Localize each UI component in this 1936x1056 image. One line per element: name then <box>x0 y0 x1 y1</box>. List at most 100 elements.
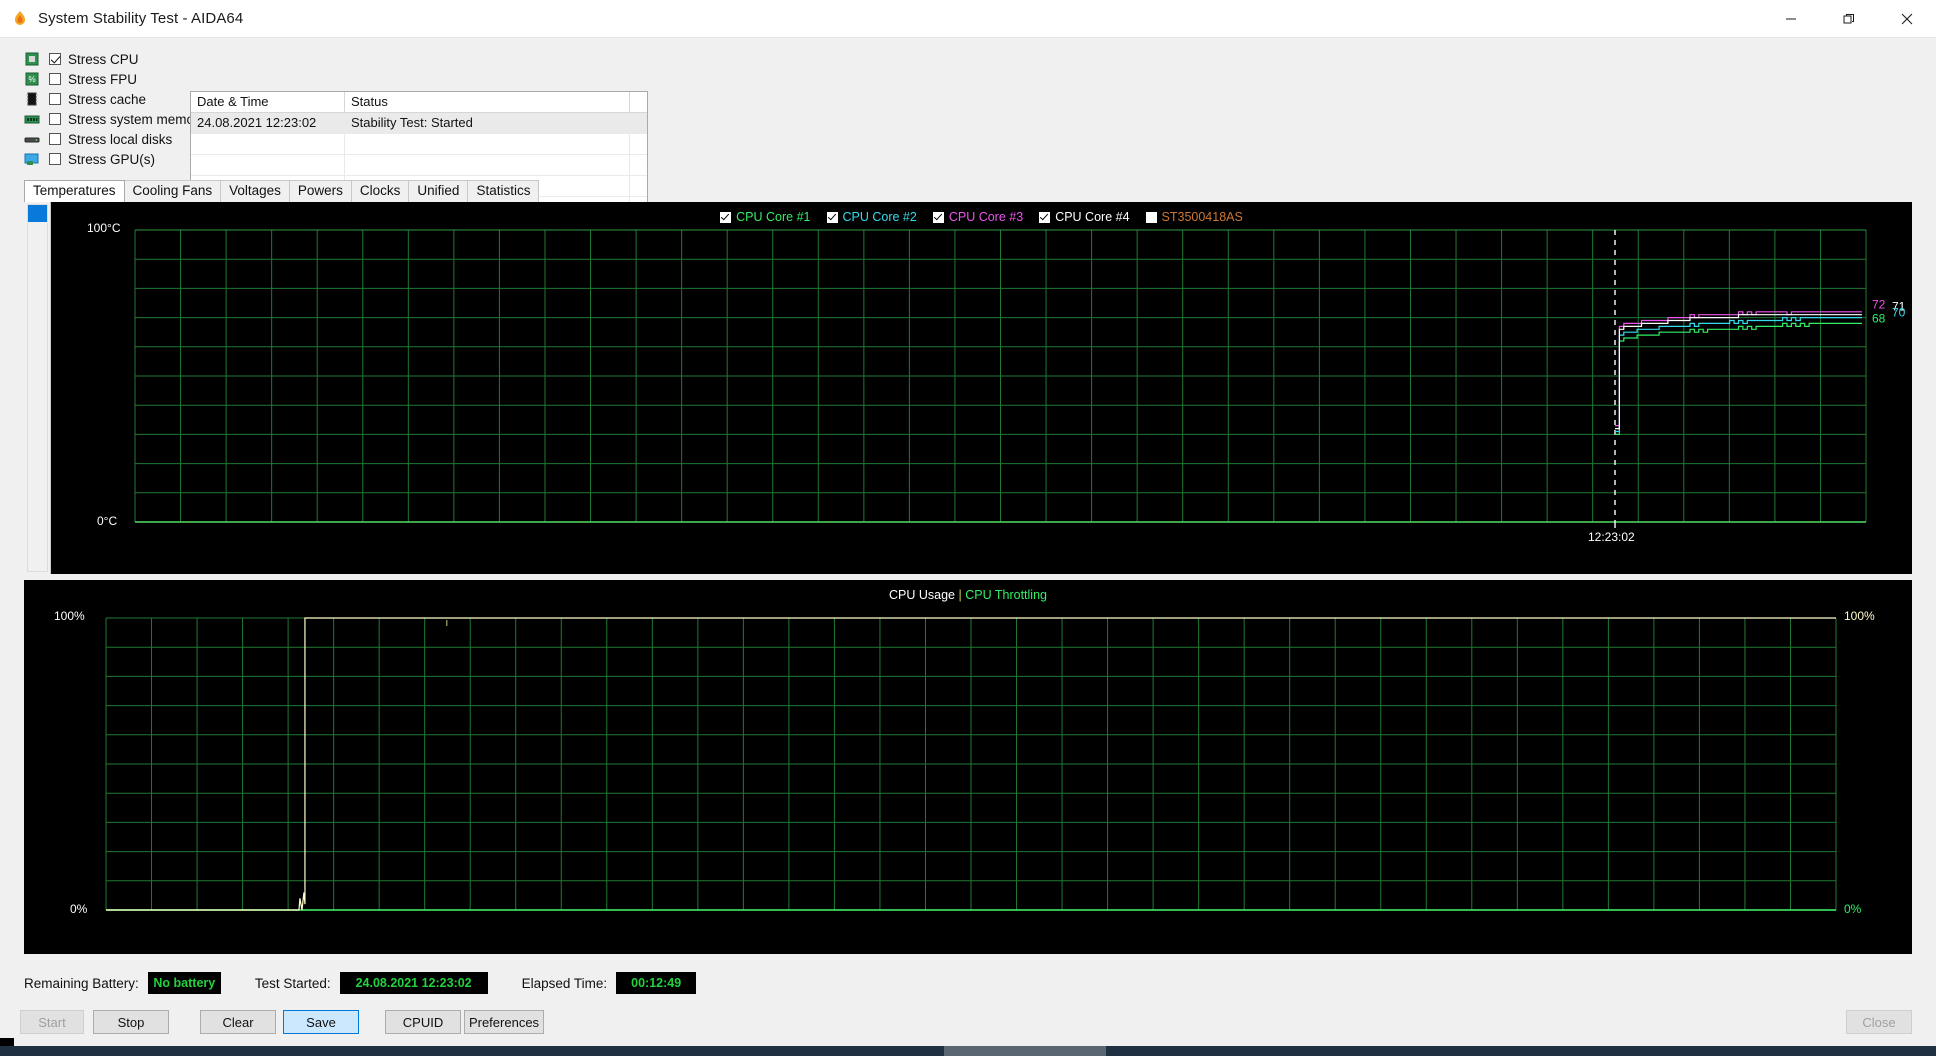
legend-label-1: CPU Core #1 <box>736 210 811 224</box>
legend-item-3[interactable]: CPU Core #3 <box>932 210 1024 224</box>
start-button[interactable]: Start <box>20 1010 84 1034</box>
stress-cpu-label: Stress CPU <box>68 51 139 67</box>
tab-temperatures[interactable]: Temperatures <box>24 180 125 202</box>
remaining-battery-label: Remaining Battery: <box>24 975 139 991</box>
legend-checkbox-1[interactable] <box>720 211 732 223</box>
scrollbar-thumb[interactable] <box>28 205 47 222</box>
log-cell-datetime <box>191 155 345 176</box>
log-cell-filler <box>630 134 647 155</box>
screen-left-edge <box>0 1038 14 1046</box>
legend-item-5[interactable]: ST3500418AS <box>1145 210 1243 224</box>
test-started-label: Test Started: <box>254 975 331 991</box>
stress-fpu-label: Stress FPU <box>68 71 138 87</box>
temperature-y-bottom-label: 0°C <box>97 514 118 528</box>
svg-text:%: % <box>28 75 35 84</box>
log-cell-datetime <box>191 134 345 155</box>
minimize-button[interactable] <box>1762 0 1820 38</box>
table-row[interactable]: 24.08.2021 12:23:02 Stability Test: Star… <box>191 113 647 134</box>
stress-option-cache[interactable]: Stress cache <box>24 89 214 109</box>
legend-checkbox-2[interactable] <box>826 211 838 223</box>
stress-memory-checkbox[interactable] <box>49 113 61 125</box>
stress-cache-checkbox[interactable] <box>49 93 61 105</box>
log-column-filler <box>630 92 647 113</box>
log-cell-datetime: 24.08.2021 12:23:02 <box>191 113 345 134</box>
legend-checkbox-3[interactable] <box>932 211 944 223</box>
cache-memory-icon <box>24 92 40 107</box>
status-strip: Remaining Battery: No battery Test Start… <box>24 968 1912 998</box>
stress-gpu-checkbox[interactable] <box>49 153 61 165</box>
stress-fpu-checkbox[interactable] <box>49 73 61 85</box>
cpuid-button[interactable]: CPUID <box>385 1010 461 1034</box>
usage-y-right-bottom-label: 0% <box>1844 902 1862 916</box>
stress-option-gpu[interactable]: Stress GPU(s) <box>24 149 214 169</box>
stress-disks-checkbox[interactable] <box>49 133 61 145</box>
tab-unified[interactable]: Unified <box>408 180 469 202</box>
stress-option-disks[interactable]: Stress local disks <box>24 129 214 149</box>
tab-statistics[interactable]: Statistics <box>467 180 540 202</box>
hard-disk-icon <box>24 132 40 147</box>
stress-memory-label: Stress system memory <box>68 111 206 127</box>
cpu-usage-title-label: CPU Usage <box>889 588 956 602</box>
taskbar-active-item[interactable] <box>944 1046 1106 1056</box>
usage-chart-title: CPU Usage | CPU Throttling <box>24 588 1912 602</box>
remaining-battery-value: No battery <box>147 972 221 994</box>
legend-label-4: CPU Core #4 <box>1055 210 1130 224</box>
scrollbar-track[interactable] <box>27 204 48 572</box>
temperature-chart[interactable]: CPU Core #1 CPU Core #2 CPU Core #3 CPU Cor… <box>51 202 1912 574</box>
legend-label-5: ST3500418AS <box>1161 210 1243 224</box>
usage-plot-svg <box>105 617 1837 911</box>
legend-checkbox-5[interactable] <box>1145 211 1157 223</box>
tab-bar: Temperatures Cooling Fans Voltages Power… <box>24 180 540 202</box>
window-controls <box>1762 0 1936 38</box>
close-window-button[interactable] <box>1878 0 1936 38</box>
title-bar: System Stability Test - AIDA64 <box>0 0 1936 38</box>
log-cell-filler <box>630 176 647 197</box>
window-title: System Stability Test - AIDA64 <box>38 10 244 27</box>
table-row[interactable] <box>191 155 647 176</box>
svg-text:68: 68 <box>1872 312 1886 326</box>
legend-item-4[interactable]: CPU Core #4 <box>1039 210 1130 224</box>
legend-item-2[interactable]: CPU Core #2 <box>826 210 917 224</box>
tab-cooling-fans[interactable]: Cooling Fans <box>123 180 222 202</box>
usage-y-left-bottom-label: 0% <box>70 902 88 916</box>
cpu-usage-chart-panel[interactable]: CPU Usage | CPU Throttling 100% 0% 100% … <box>24 580 1912 954</box>
tab-clocks[interactable]: Clocks <box>350 180 410 202</box>
log-column-datetime: Date & Time <box>191 92 345 113</box>
table-row[interactable] <box>191 134 647 155</box>
test-started-value: 24.08.2021 12:23:02 <box>339 972 488 994</box>
fpu-percent-icon: % <box>24 72 40 87</box>
legend-label-2: CPU Core #2 <box>842 210 917 224</box>
temperature-scrollbar[interactable] <box>24 202 51 574</box>
legend-label-3: CPU Core #3 <box>948 210 1024 224</box>
stress-option-memory[interactable]: Stress system memory <box>24 109 214 129</box>
stress-cpu-checkbox[interactable] <box>49 53 61 65</box>
legend-item-1[interactable]: CPU Core #1 <box>720 210 811 224</box>
stress-options-list: Stress CPU % Stress FPU Stress cache Str… <box>24 49 214 169</box>
legend-checkbox-4[interactable] <box>1039 211 1051 223</box>
log-cell-filler <box>630 155 647 176</box>
stress-disks-label: Stress local disks <box>68 131 173 147</box>
temperature-chart-panel: CPU Core #1 CPU Core #2 CPU Core #3 CPU Cor… <box>24 202 1912 574</box>
temperature-legend: CPU Core #1 CPU Core #2 CPU Core #3 CPU Cor… <box>51 210 1912 224</box>
temperature-plot-svg: 72 717068 <box>134 229 1906 528</box>
taskbar <box>0 1046 1936 1056</box>
svg-text:72: 72 <box>1872 298 1886 312</box>
aida64-flame-icon <box>11 10 29 28</box>
tab-powers[interactable]: Powers <box>288 180 352 202</box>
system-stability-test-window: System Stability Test - AIDA64 Stress CP… <box>0 0 1936 1056</box>
stress-option-cpu[interactable]: Stress CPU <box>24 49 214 69</box>
clear-button[interactable]: Clear <box>200 1010 276 1034</box>
stress-options-panel: Stress CPU % Stress FPU Stress cache Str… <box>0 38 1936 218</box>
restore-button[interactable] <box>1820 0 1878 38</box>
tab-voltages[interactable]: Voltages <box>220 180 290 202</box>
preferences-button[interactable]: Preferences <box>464 1010 544 1034</box>
close-button[interactable]: Close <box>1846 1010 1912 1034</box>
save-button[interactable]: Save <box>283 1010 359 1034</box>
stop-button[interactable]: Stop <box>93 1010 169 1034</box>
ram-module-icon <box>24 112 40 127</box>
log-cell-status <box>345 155 630 176</box>
stress-gpu-label: Stress GPU(s) <box>68 151 156 167</box>
gpu-monitor-icon <box>24 152 40 167</box>
usage-y-right-top-label: 100% <box>1844 609 1875 623</box>
stress-option-fpu[interactable]: % Stress FPU <box>24 69 214 89</box>
